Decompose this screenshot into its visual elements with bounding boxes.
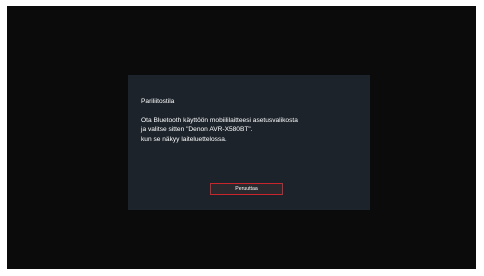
cancel-button[interactable]: Peruuttaa xyxy=(210,183,283,195)
message-line-1: Ota Bluetooth käyttöön mobiililaitteesi … xyxy=(141,117,298,124)
dialog-title: Pariliitostila xyxy=(141,98,175,105)
tv-screen: Pariliitostila Ota Bluetooth käyttöön mo… xyxy=(7,6,476,269)
message-line-2: ja valitse sitten "Denon AVR-X580BT". xyxy=(141,126,253,134)
pairing-mode-dialog: Pariliitostila Ota Bluetooth käyttöön mo… xyxy=(128,75,370,210)
message-line-3: kun se näkyy laiteluettelossa. xyxy=(141,135,227,143)
dialog-message: Ota Bluetooth käyttöön mobiililaitteesi … xyxy=(141,116,298,144)
